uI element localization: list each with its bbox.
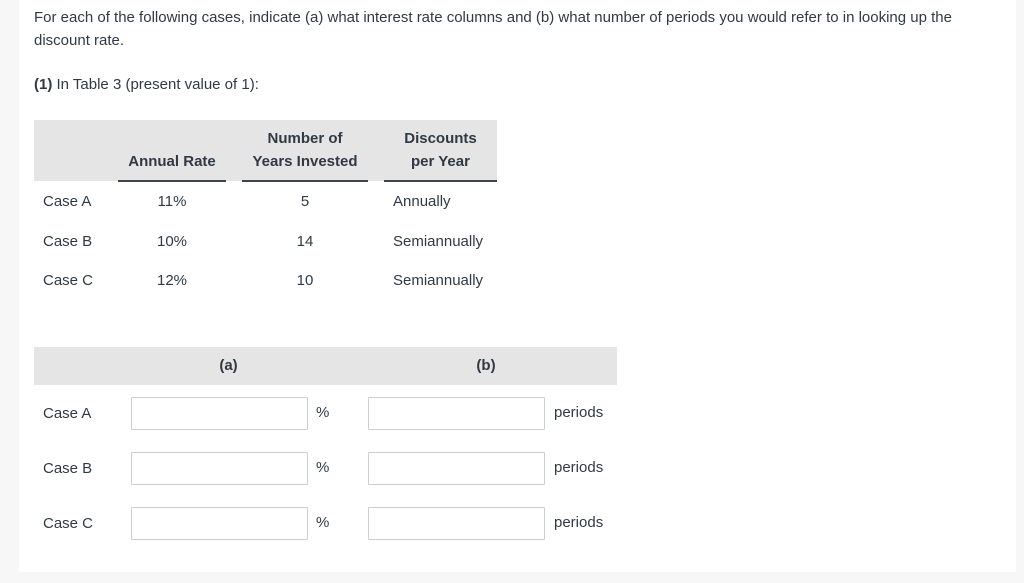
cell-years: 5 <box>300 193 310 210</box>
row-case-label: Case C <box>43 272 94 289</box>
percent-unit-label: % <box>316 404 330 421</box>
cell-annual-rate: 12% <box>156 272 188 289</box>
case-c-periods-input[interactable] <box>368 507 545 540</box>
answer-row-case-label: Case A <box>43 405 92 422</box>
percent-unit-label: % <box>316 459 330 476</box>
case-b-rate-input[interactable] <box>131 452 308 485</box>
row-case-label: Case B <box>43 233 93 250</box>
cell-discounts: Semiannually <box>393 233 484 250</box>
header-underline <box>242 180 368 182</box>
case-a-rate-input[interactable] <box>131 397 308 430</box>
periods-unit-label: periods <box>554 514 604 531</box>
part-text: In Table 3 (present value of 1): <box>52 76 259 93</box>
header-a: (a) <box>219 357 238 374</box>
cell-discounts: Semiannually <box>393 272 484 289</box>
header-discounts-line2: per Year <box>411 153 470 170</box>
part-number: (1) <box>34 76 53 93</box>
answer-row-case-label: Case C <box>43 515 94 532</box>
percent-unit-label: % <box>316 514 330 531</box>
question-intro: For each of the following cases, indicat… <box>34 9 952 49</box>
case-c-rate-input[interactable] <box>131 507 308 540</box>
cell-years: 10 <box>296 272 314 289</box>
header-underline <box>118 180 226 182</box>
cell-years: 14 <box>296 233 314 250</box>
header-annual-rate-line2: Annual Rate <box>128 153 216 170</box>
case-a-periods-input[interactable] <box>368 397 545 430</box>
header-b: (b) <box>476 357 496 374</box>
answer-row-case-label: Case B <box>43 460 93 477</box>
header-years-line2: Years Invested <box>252 153 358 170</box>
header-underline <box>384 180 497 182</box>
header-discounts-per-year: Discounts per Year <box>384 120 497 181</box>
cell-annual-rate: 11% <box>157 193 187 210</box>
header-years-invested: Number of Years Invested <box>242 120 368 181</box>
header-years-line1: Number of <box>267 130 343 147</box>
periods-unit-label: periods <box>554 459 604 476</box>
cell-discounts: Annually <box>393 193 451 210</box>
header-annual-rate: Annual Rate <box>118 120 226 181</box>
case-b-periods-input[interactable] <box>368 452 545 485</box>
periods-unit-label: periods <box>554 404 604 421</box>
row-case-label: Case A <box>43 193 92 210</box>
cell-annual-rate: 10% <box>156 233 188 250</box>
header-discounts-line1: Discounts <box>404 130 477 147</box>
part-label: (1) In Table 3 (present value of 1): <box>34 74 259 96</box>
